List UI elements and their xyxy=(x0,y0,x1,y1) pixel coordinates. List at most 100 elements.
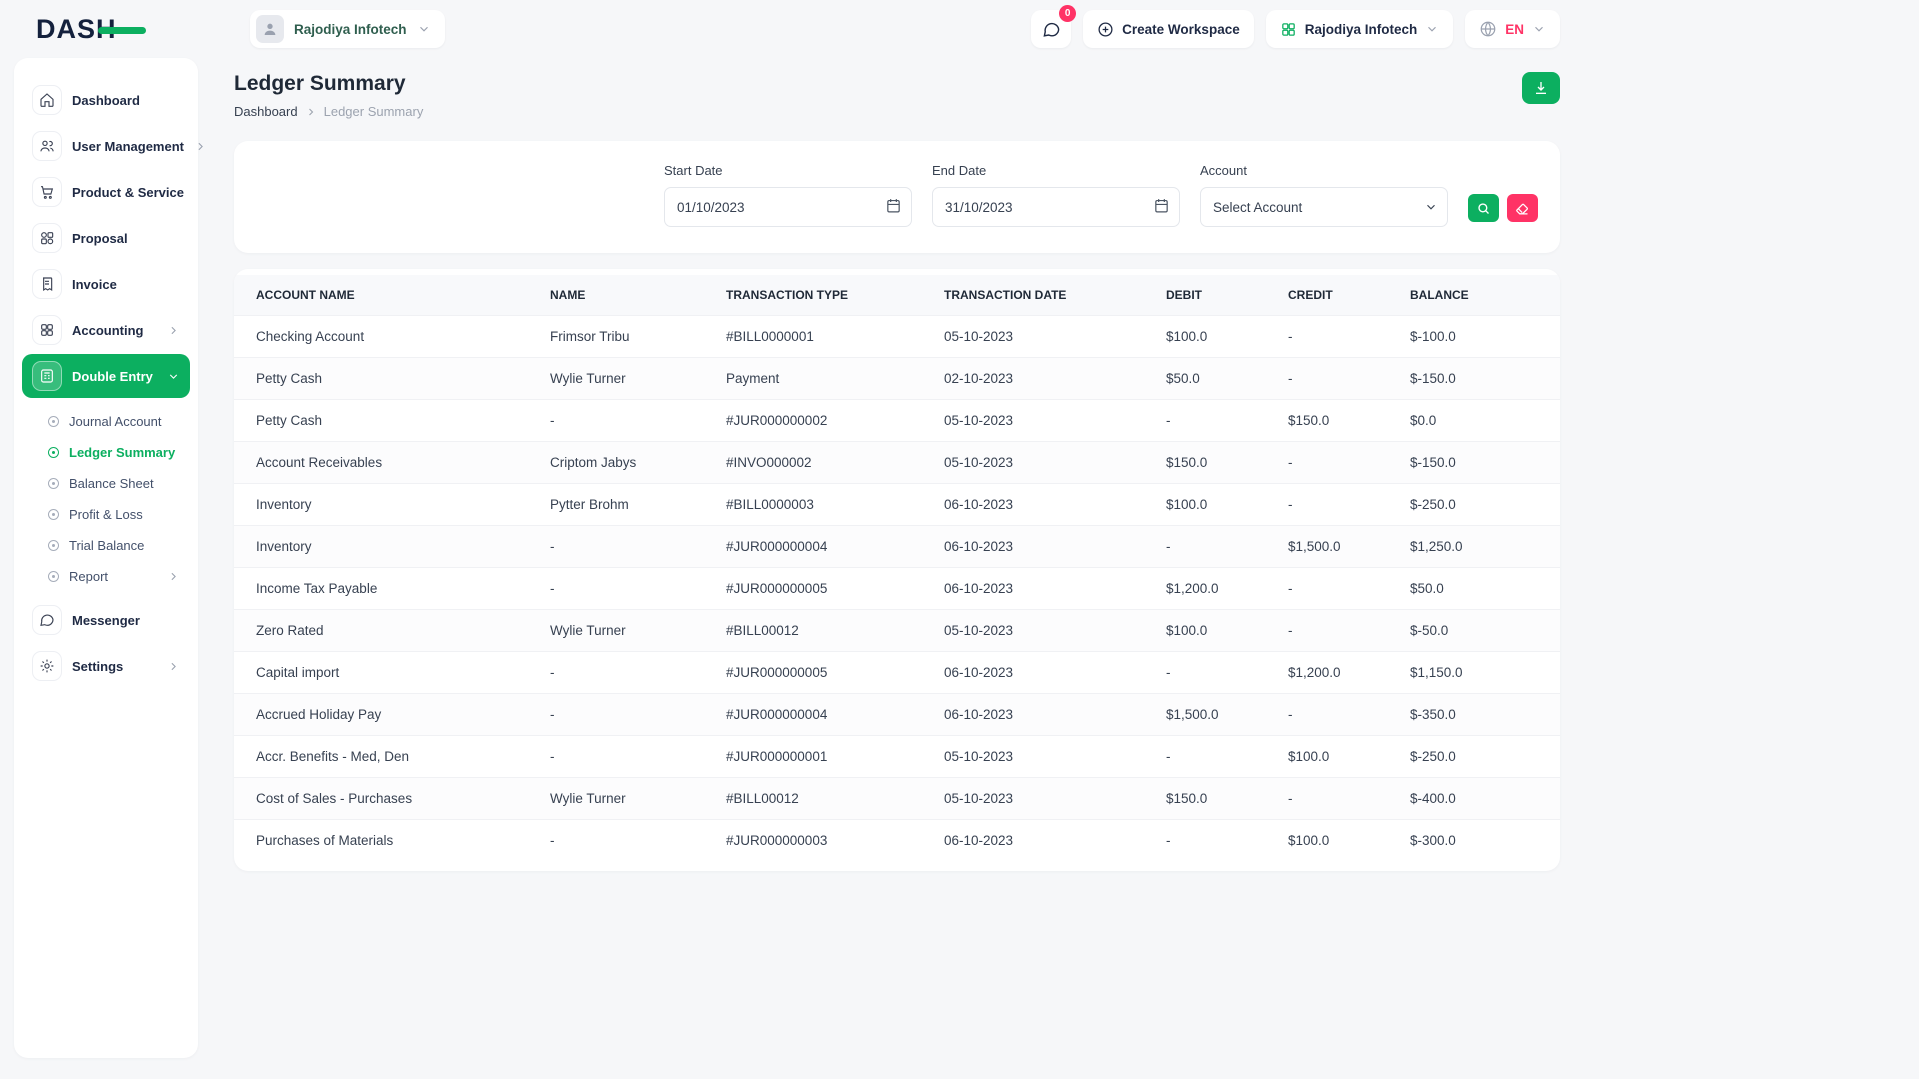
end-date-input[interactable] xyxy=(932,187,1180,227)
filter-card: Start Date End Date xyxy=(234,141,1560,253)
table-cell: $-400.0 xyxy=(1394,778,1560,820)
table-row: Petty CashWylie TurnerPayment02-10-2023$… xyxy=(234,358,1560,400)
brand-logo: DASH xyxy=(36,14,186,45)
chevron-right-icon xyxy=(167,324,180,337)
start-date-input[interactable] xyxy=(664,187,912,227)
ledger-icon xyxy=(32,361,62,391)
table-cell: 02-10-2023 xyxy=(928,358,1150,400)
sidebar-subitem-journal-account[interactable]: Journal Account xyxy=(14,406,198,437)
table-row: Petty Cash-#JUR00000000205-10-2023-$150.… xyxy=(234,400,1560,442)
table-row: Inventory-#JUR00000000406-10-2023-$1,500… xyxy=(234,526,1560,568)
create-workspace-button[interactable]: Create Workspace xyxy=(1083,10,1254,48)
table-cell: - xyxy=(1150,526,1272,568)
account-select[interactable]: Select Account xyxy=(1200,187,1448,227)
sidebar-item-label: Product & Service xyxy=(72,185,184,200)
workspace-name: Rajodiya Infotech xyxy=(294,22,407,37)
table-cell: #BILL0000003 xyxy=(710,484,928,526)
company-selector[interactable]: Rajodiya Infotech xyxy=(1266,10,1454,48)
table-cell: $1,250.0 xyxy=(1394,526,1560,568)
table-cell: - xyxy=(1272,610,1394,652)
sidebar-item-double-entry[interactable]: Double Entry xyxy=(22,354,190,398)
sidebar-item-label: Proposal xyxy=(72,231,128,246)
sidebar-item-accounting[interactable]: Accounting xyxy=(22,308,190,352)
sidebar-item-label: Messenger xyxy=(72,613,140,628)
table-cell: $100.0 xyxy=(1150,316,1272,358)
chevron-down-icon xyxy=(167,370,180,383)
table-cell: $50.0 xyxy=(1150,358,1272,400)
table-cell: Petty Cash xyxy=(234,400,534,442)
ledger-table-card: ACCOUNT NAMENAMETRANSACTION TYPETRANSACT… xyxy=(234,269,1560,871)
sidebar-subitem-report[interactable]: Report xyxy=(14,561,198,592)
sidebar-item-dashboard[interactable]: Dashboard xyxy=(22,78,190,122)
table-cell: $-100.0 xyxy=(1394,316,1560,358)
eraser-icon xyxy=(1515,201,1530,216)
sidebar: Dashboard User Management Product & Serv… xyxy=(14,58,198,1058)
table-cell: $100.0 xyxy=(1272,820,1394,862)
chevron-down-icon xyxy=(1425,22,1439,36)
search-icon xyxy=(1476,201,1491,216)
sidebar-item-label: Settings xyxy=(72,659,123,674)
sidebar-item-label: Dashboard xyxy=(72,93,140,108)
table-row: Account ReceivablesCriptom Jabys#INVO000… xyxy=(234,442,1560,484)
breadcrumb-dashboard-link[interactable]: Dashboard xyxy=(234,104,298,119)
cart-icon xyxy=(32,177,62,207)
table-cell: #JUR000000005 xyxy=(710,568,928,610)
table-cell: 06-10-2023 xyxy=(928,820,1150,862)
sidebar-item-user-management[interactable]: User Management xyxy=(22,124,190,168)
shapes-icon xyxy=(32,223,62,253)
grid-icon xyxy=(32,315,62,345)
table-cell: - xyxy=(534,568,710,610)
reset-filter-button[interactable] xyxy=(1507,194,1538,222)
table-cell: 06-10-2023 xyxy=(928,484,1150,526)
account-field: Account Select Account xyxy=(1200,163,1448,227)
app-container: DASH Rajodiya Infotech 0 xyxy=(0,0,1560,1058)
table-cell: $150.0 xyxy=(1150,778,1272,820)
workspace-selector[interactable]: Rajodiya Infotech xyxy=(250,10,445,48)
language-selector[interactable]: EN xyxy=(1465,10,1560,48)
table-cell: $0.0 xyxy=(1394,400,1560,442)
users-icon xyxy=(32,131,62,161)
table-cell: #BILL0000001 xyxy=(710,316,928,358)
table-row: Accr. Benefits - Med, Den-#JUR0000000010… xyxy=(234,736,1560,778)
subitem-label: Trial Balance xyxy=(69,538,144,553)
sidebar-subitem-trial-balance[interactable]: Trial Balance xyxy=(14,530,198,561)
bullet-circle-icon xyxy=(48,447,59,458)
column-header: BALANCE xyxy=(1394,275,1560,316)
sidebar-item-settings[interactable]: Settings xyxy=(22,644,190,688)
table-cell: 06-10-2023 xyxy=(928,526,1150,568)
apply-filter-button[interactable] xyxy=(1468,194,1499,222)
sidebar-item-product-service[interactable]: Product & Service xyxy=(22,170,190,214)
end-date-label: End Date xyxy=(932,163,1180,178)
table-cell: Cost of Sales - Purchases xyxy=(234,778,534,820)
chevron-right-icon xyxy=(194,140,207,153)
table-cell: 05-10-2023 xyxy=(928,316,1150,358)
sidebar-item-invoice[interactable]: Invoice xyxy=(22,262,190,306)
sidebar-subitem-profit-loss[interactable]: Profit & Loss xyxy=(14,499,198,530)
messages-button[interactable]: 0 xyxy=(1031,10,1071,48)
workspace-avatar xyxy=(256,15,284,43)
double-entry-submenu: Journal Account Ledger Summary Balance S… xyxy=(14,400,198,596)
download-icon xyxy=(1533,80,1549,96)
sidebar-item-proposal[interactable]: Proposal xyxy=(22,216,190,260)
table-cell: - xyxy=(534,694,710,736)
ledger-table-header-row: ACCOUNT NAMENAMETRANSACTION TYPETRANSACT… xyxy=(234,275,1560,316)
company-name: Rajodiya Infotech xyxy=(1305,22,1418,37)
table-row: Zero RatedWylie Turner#BILL0001205-10-20… xyxy=(234,610,1560,652)
chevron-right-icon xyxy=(167,660,180,673)
start-date-label: Start Date xyxy=(664,163,912,178)
table-cell: #BILL00012 xyxy=(710,610,928,652)
chevron-right-icon xyxy=(167,570,180,583)
sidebar-item-messenger[interactable]: Messenger xyxy=(22,598,190,642)
subitem-label: Balance Sheet xyxy=(69,476,154,491)
table-cell: Accrued Holiday Pay xyxy=(234,694,534,736)
table-cell: $150.0 xyxy=(1272,400,1394,442)
table-row: Purchases of Materials-#JUR00000000306-1… xyxy=(234,820,1560,862)
sidebar-subitem-ledger-summary[interactable]: Ledger Summary xyxy=(14,437,198,468)
sidebar-subitem-balance-sheet[interactable]: Balance Sheet xyxy=(14,468,198,499)
table-cell: $-350.0 xyxy=(1394,694,1560,736)
table-cell: $-50.0 xyxy=(1394,610,1560,652)
table-cell: 06-10-2023 xyxy=(928,652,1150,694)
bullet-circle-icon xyxy=(48,571,59,582)
home-icon xyxy=(32,85,62,115)
download-button[interactable] xyxy=(1522,72,1560,104)
